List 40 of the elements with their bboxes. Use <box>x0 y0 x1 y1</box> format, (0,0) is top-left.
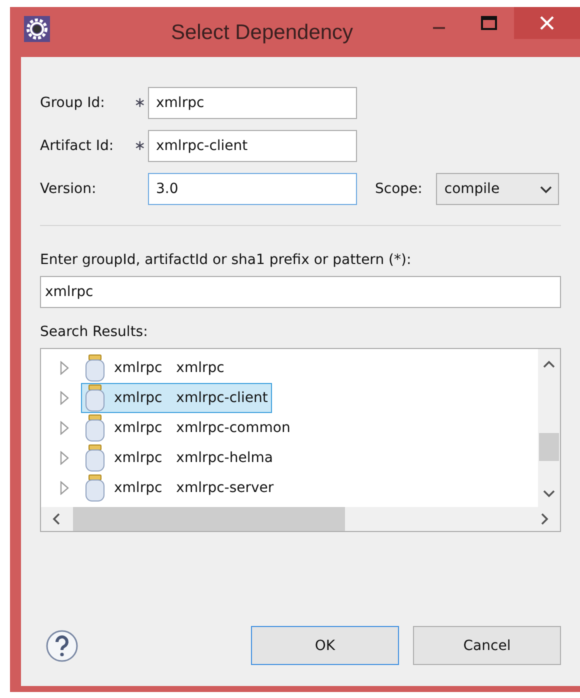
text-field[interactable]: xmlrpc <box>148 87 357 119</box>
dialog-button[interactable]: Cancel <box>413 626 561 665</box>
jar-icon <box>84 474 106 502</box>
expand-icon[interactable] <box>60 451 70 465</box>
close-button[interactable] <box>514 7 580 39</box>
tree-item[interactable]: xmlrpc xmlrpc <box>81 353 228 383</box>
scrollbar-thumb[interactable] <box>73 507 345 531</box>
dialog-button[interactable]: OK <box>251 626 399 665</box>
text-field[interactable]: xmlrpc-client <box>148 130 357 162</box>
help-icon[interactable] <box>45 628 79 662</box>
maximize-icon[interactable] <box>481 16 497 30</box>
search-label: Enter groupId, artifactId or sha1 prefix or pattern (*): <box>40 252 412 268</box>
vertical-scrollbar[interactable] <box>538 349 560 507</box>
jar-icon <box>84 414 106 442</box>
search-field[interactable]: xmlrpc <box>40 276 561 308</box>
jar-icon <box>84 384 106 412</box>
scope-dropdown[interactable]: compile <box>436 173 560 205</box>
tree-item[interactable]: xmlrpc xmlrpc-common <box>81 413 294 443</box>
field-label: Version: <box>40 181 98 197</box>
tree-item[interactable]: xmlrpc xmlrpc-server <box>81 473 278 503</box>
expand-icon[interactable] <box>60 421 70 435</box>
jar-icon <box>84 354 106 382</box>
scrollbar-thumb[interactable] <box>539 433 559 461</box>
required-mark: ∗ <box>134 95 146 111</box>
expand-icon[interactable] <box>60 391 70 405</box>
tree-item[interactable]: xmlrpc xmlrpc-helma <box>81 443 277 473</box>
scope-label: Scope: <box>375 181 422 197</box>
tree-item[interactable]: xmlrpc xmlrpc-client <box>81 383 272 413</box>
window-title: Select Dependency <box>170 21 354 45</box>
field-label: Artifact Id: <box>40 138 115 154</box>
gear-icon <box>24 16 50 42</box>
field-label: Group Id: <box>40 95 106 111</box>
required-mark: ∗ <box>134 138 146 154</box>
jar-icon <box>84 444 106 472</box>
close-icon <box>540 16 554 30</box>
results-label: Search Results: <box>40 324 149 340</box>
horizontal-scrollbar[interactable] <box>41 507 560 531</box>
expand-icon[interactable] <box>60 481 70 495</box>
expand-icon[interactable] <box>60 361 70 375</box>
text-field[interactable]: 3.0 <box>148 173 357 205</box>
